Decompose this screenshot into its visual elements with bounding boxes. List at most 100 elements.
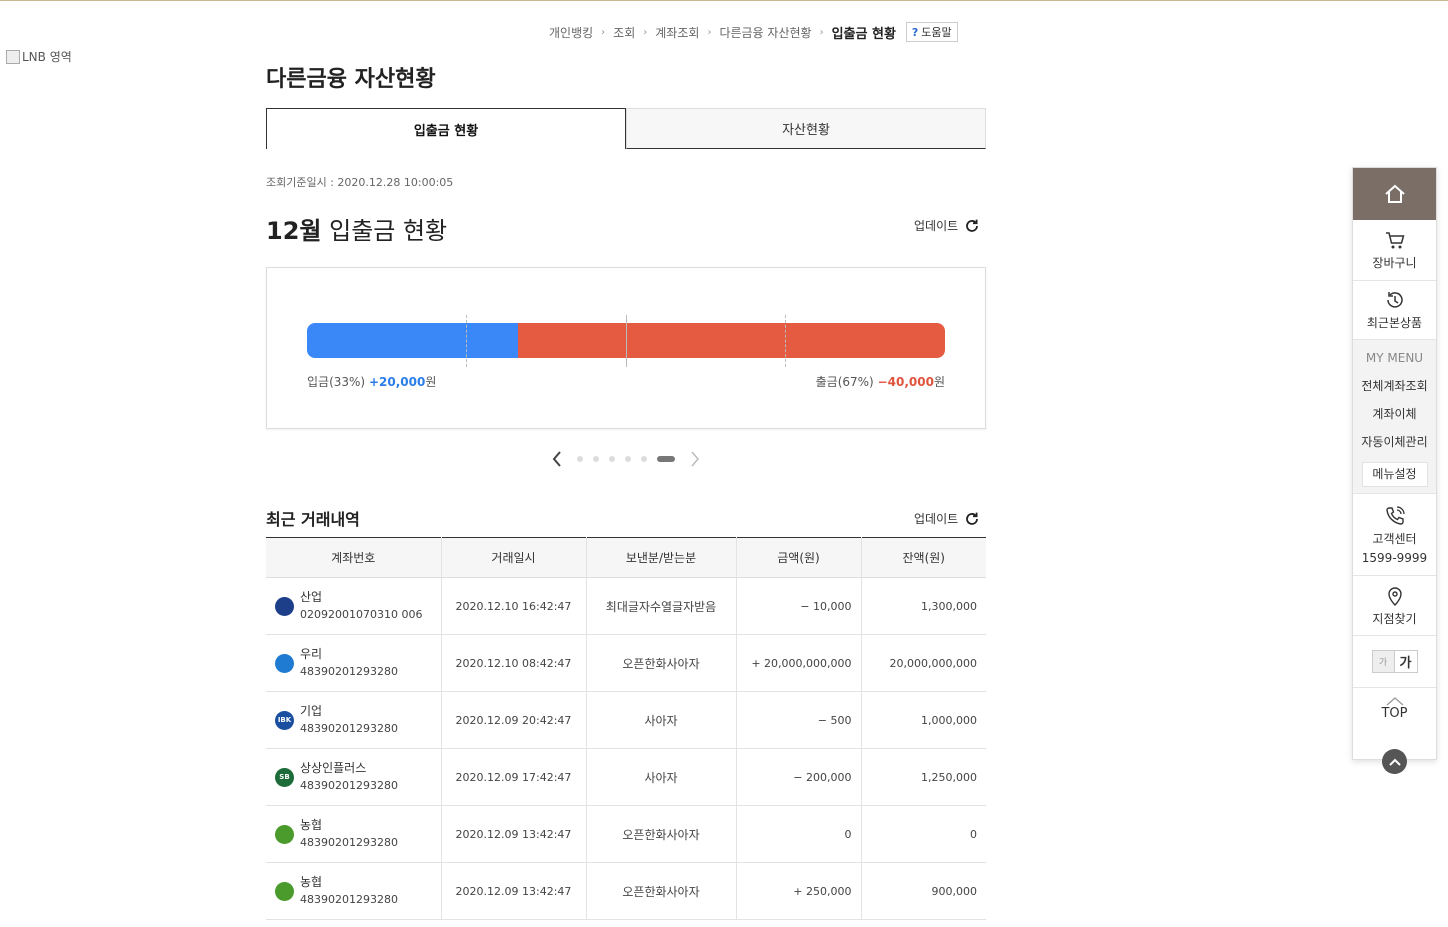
scroll-top-button[interactable]: TOP xyxy=(1353,688,1436,721)
account-cell: 산업 02092001070310 006 xyxy=(266,577,442,635)
deposit-amount: +20,000 xyxy=(368,375,426,389)
grid-line xyxy=(466,315,467,367)
help-label: 도움말 xyxy=(921,26,952,39)
my-menu-link[interactable]: 자동이체관리 xyxy=(1361,428,1427,456)
bank-name: 농협 xyxy=(300,818,323,832)
breadcrumb-item[interactable]: 개인뱅킹 › xyxy=(549,24,613,41)
tab-assets[interactable]: 자산현황 xyxy=(626,108,986,149)
chevron-right-icon: › xyxy=(819,26,824,38)
question-icon: ? xyxy=(911,25,919,39)
balance-cell: 900,000 xyxy=(861,862,986,920)
cart-button[interactable]: 장바구니 xyxy=(1353,220,1436,281)
party-cell: 오픈한화사아자 xyxy=(586,862,737,920)
table-row[interactable]: IBK 기업 48390201293280 2020.12.09 20:42:47 사아… xyxy=(266,691,986,749)
recent-transactions-title: 최근 거래내역 xyxy=(266,510,360,529)
account-number: 48390201293280 xyxy=(300,665,398,678)
breadcrumb-current: 입출금 현황 xyxy=(831,26,896,42)
font-large-button[interactable]: 가 xyxy=(1394,650,1418,673)
home-button[interactable] xyxy=(1353,168,1436,220)
my-menu-link[interactable]: 전체계좌조회 xyxy=(1361,372,1427,400)
deposit-bar-segment xyxy=(307,323,518,358)
balance-cell: 0 xyxy=(861,805,986,863)
recent-products-button[interactable]: 최근본상품 xyxy=(1353,281,1436,340)
bank-logo-icon xyxy=(275,881,294,901)
chevron-up-icon xyxy=(1388,758,1401,766)
refresh-icon xyxy=(966,219,979,232)
withdraw-bar-segment xyxy=(517,323,945,358)
grid-line xyxy=(785,315,786,367)
datetime-cell: 2020.12.09 13:42:47 xyxy=(441,805,587,863)
scroll-up-circle-button[interactable] xyxy=(1382,749,1407,774)
column-header: 보낸분/받는분 xyxy=(586,537,737,578)
account-cell: SB 상상인플러스 48390201293280 xyxy=(266,748,442,806)
home-icon xyxy=(1384,184,1405,203)
bank-name: 농협 xyxy=(300,875,323,889)
top-label: TOP xyxy=(1381,706,1408,721)
table-row[interactable]: 산업 02092001070310 006 2020.12.10 16:42:47 최… xyxy=(266,577,986,635)
amount-cell: + 20,000,000,000 xyxy=(736,634,862,692)
font-small-button[interactable]: 가 xyxy=(1371,650,1395,673)
datetime-cell: 2020.12.10 08:42:47 xyxy=(441,634,587,692)
my-menu-link[interactable]: 계좌이체 xyxy=(1372,400,1416,428)
menu-setting-button[interactable]: 메뉴설정 xyxy=(1361,462,1428,487)
cart-icon xyxy=(1385,232,1404,249)
account-number: 48390201293280 xyxy=(300,779,398,792)
breadcrumb-item[interactable]: 조회 › xyxy=(613,24,655,41)
update-summary-button[interactable]: 업데이트 xyxy=(914,217,980,234)
table-row[interactable]: 우리 48390201293280 2020.12.10 08:42:47 오픈한화사… xyxy=(266,634,986,692)
amount-cell: − 200,000 xyxy=(736,748,862,806)
column-header: 거래일시 xyxy=(441,537,587,578)
bank-name: 산업 xyxy=(300,590,323,604)
bank-name: 우리 xyxy=(300,647,323,661)
breadcrumb-item[interactable]: 다른금융 자산현황 › xyxy=(719,24,831,41)
column-header: 금액(원) xyxy=(736,537,862,578)
balance-cell: 20,000,000,000 xyxy=(861,634,986,692)
quick-menu: 장바구니 최근본상품 MY MENU 전체계좌조회 계좌이체 자동이체관리 메뉴… xyxy=(1352,167,1437,774)
update-label: 업데이트 xyxy=(914,512,959,526)
tab-deposit-withdraw[interactable]: 입출금 현황 xyxy=(266,108,626,149)
transactions-table: 계좌번호 거래일시 보낸분/받는분 금액(원) 잔액(원) 산업 02092001… xyxy=(266,537,986,920)
chevron-right-icon: › xyxy=(643,26,648,38)
call-center-button[interactable]: 고객센터 1599-9999 xyxy=(1353,494,1436,576)
account-number: 48390201293280 xyxy=(300,893,398,906)
table-row[interactable]: 농협 48390201293280 2020.12.09 13:42:47 오픈한화사… xyxy=(266,862,986,920)
bank-logo-icon: SB xyxy=(275,767,294,787)
history-icon xyxy=(1386,292,1403,308)
month-title-rest: 입출금 현황 xyxy=(321,217,448,245)
datetime-cell: 2020.12.09 13:42:47 xyxy=(441,862,587,920)
pager-dots xyxy=(577,456,675,462)
next-arrow-icon[interactable] xyxy=(687,450,703,468)
broken-image-icon xyxy=(6,49,20,64)
tab-bar: 입출금 현황 자산현황 xyxy=(266,108,986,149)
bank-name: 상상인플러스 xyxy=(300,761,367,775)
table-row[interactable]: 농협 48390201293280 2020.12.09 13:42:47 오픈한화사… xyxy=(266,805,986,863)
datetime-cell: 2020.12.09 17:42:47 xyxy=(441,748,587,806)
amount-cell: − 10,000 xyxy=(736,577,862,635)
pager-dot[interactable] xyxy=(577,456,583,462)
help-button[interactable]: ? 도움말 xyxy=(905,22,958,42)
party-cell: 오픈한화사아자 xyxy=(586,805,737,863)
breadcrumb-item[interactable]: 계좌조회 › xyxy=(655,24,719,41)
account-cell: 우리 48390201293280 xyxy=(266,634,442,692)
party-cell: 사아자 xyxy=(586,748,737,806)
table-row[interactable]: SB 상상인플러스 48390201293280 2020.12.09 17:42:4… xyxy=(266,748,986,806)
pager-dot[interactable] xyxy=(625,456,631,462)
column-header: 잔액(원) xyxy=(861,537,986,578)
my-menu-label: MY MENU xyxy=(1365,351,1424,365)
party-cell: 오픈한화사아자 xyxy=(586,634,737,692)
cart-label: 장바구니 xyxy=(1372,256,1417,270)
prev-arrow-icon[interactable] xyxy=(549,450,565,468)
chart-pager xyxy=(549,450,703,468)
branch-finder-button[interactable]: 지점찾기 xyxy=(1353,576,1436,636)
pager-dot[interactable] xyxy=(657,456,675,462)
breadcrumb: 개인뱅킹 › 조회 › 계좌조회 › 다른금융 자산현황 › 입출금 현황 ? 도움말 xyxy=(549,22,958,42)
amount-cell: − 500 xyxy=(736,691,862,749)
deposit-legend: 입금(33%) +20,000원 xyxy=(307,375,437,389)
pager-dot[interactable] xyxy=(641,456,647,462)
my-menu: MY MENU 전체계좌조회 계좌이체 자동이체관리 메뉴설정 xyxy=(1353,340,1436,494)
grid-line xyxy=(626,315,627,367)
withdraw-legend: 출금(67%) −40,000원 xyxy=(815,375,945,389)
pager-dot[interactable] xyxy=(593,456,599,462)
pager-dot[interactable] xyxy=(609,456,615,462)
update-recent-button[interactable]: 업데이트 xyxy=(914,510,980,527)
